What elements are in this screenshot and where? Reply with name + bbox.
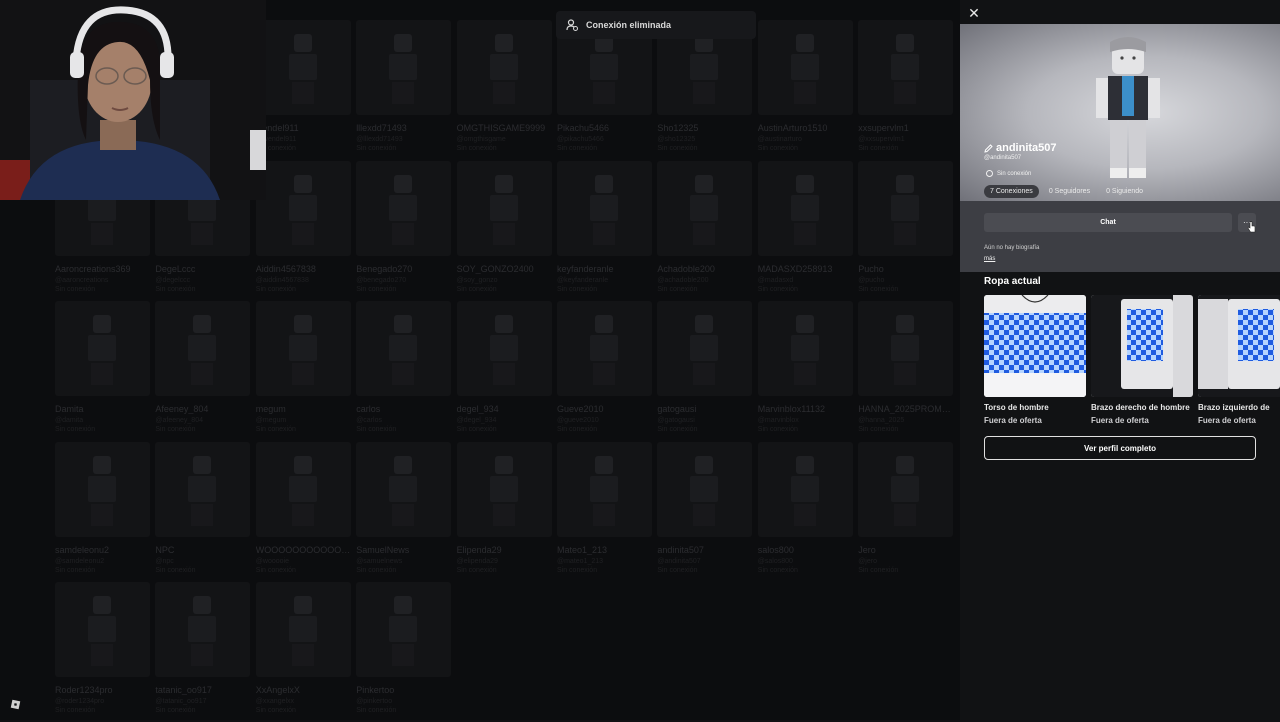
current-outfit-title: Ropa actual bbox=[984, 276, 1041, 287]
item-status: Fuera de oferta bbox=[984, 416, 1042, 425]
outfit-item-left-arm[interactable]: Brazo izquierdo de Fuera de oferta bbox=[1198, 295, 1280, 425]
profile-display-name: andinita507 bbox=[984, 142, 1057, 154]
connections-count-button[interactable]: 7 Conexiones bbox=[984, 185, 1039, 198]
display-name-text: andinita507 bbox=[996, 142, 1057, 154]
chat-button[interactable]: Chat bbox=[984, 213, 1232, 232]
toast-notification: Conexión eliminada bbox=[556, 11, 756, 39]
item-thumbnail bbox=[984, 295, 1086, 397]
item-name: Brazo derecho de hombre bbox=[1091, 403, 1190, 412]
item-name: Torso de hombre bbox=[984, 403, 1049, 412]
webcam-overlay bbox=[0, 0, 266, 200]
profile-stats: 7 Conexiones 0 Seguidores 0 Siguiendo bbox=[984, 185, 1149, 198]
offline-status-icon bbox=[986, 170, 993, 177]
torso-shirt-image bbox=[984, 295, 1086, 397]
roblox-logo-icon[interactable] bbox=[10, 699, 21, 710]
toast-text: Conexión eliminada bbox=[586, 20, 672, 30]
followers-count-button[interactable]: 0 Seguidores bbox=[1043, 185, 1096, 198]
bio-more-link[interactable]: más bbox=[984, 256, 995, 262]
following-count-button[interactable]: 0 Siguiendo bbox=[1100, 185, 1149, 198]
item-thumbnail bbox=[1091, 295, 1193, 397]
pencil-icon[interactable] bbox=[984, 143, 993, 153]
mouse-cursor-icon bbox=[1247, 221, 1256, 233]
status-text: Sin conexión bbox=[997, 170, 1032, 177]
item-name: Brazo izquierdo de bbox=[1198, 403, 1270, 412]
right-arm-image bbox=[1091, 295, 1193, 397]
view-full-profile-button[interactable]: Ver perfil completo bbox=[984, 436, 1256, 460]
streamer-image bbox=[0, 0, 266, 200]
left-arm-image bbox=[1198, 295, 1280, 397]
profile-handle: @andinita507 bbox=[984, 155, 1022, 161]
bio-text: Aún no hay biografía bbox=[984, 245, 1040, 251]
item-status: Fuera de oferta bbox=[1091, 416, 1149, 425]
item-status: Fuera de oferta bbox=[1198, 416, 1256, 425]
profile-actions-area bbox=[960, 201, 1280, 272]
presence-status: Sin conexión bbox=[986, 170, 1031, 177]
avatar-3d-image bbox=[1096, 37, 1160, 178]
item-thumbnail bbox=[1198, 295, 1280, 397]
outfit-item-right-arm[interactable]: Brazo derecho de hombre Fuera de oferta bbox=[1091, 295, 1193, 425]
outfit-item-torso[interactable]: Torso de hombre Fuera de oferta bbox=[984, 295, 1086, 425]
close-icon[interactable]: ✕ bbox=[967, 6, 981, 20]
user-removed-icon bbox=[566, 19, 578, 31]
